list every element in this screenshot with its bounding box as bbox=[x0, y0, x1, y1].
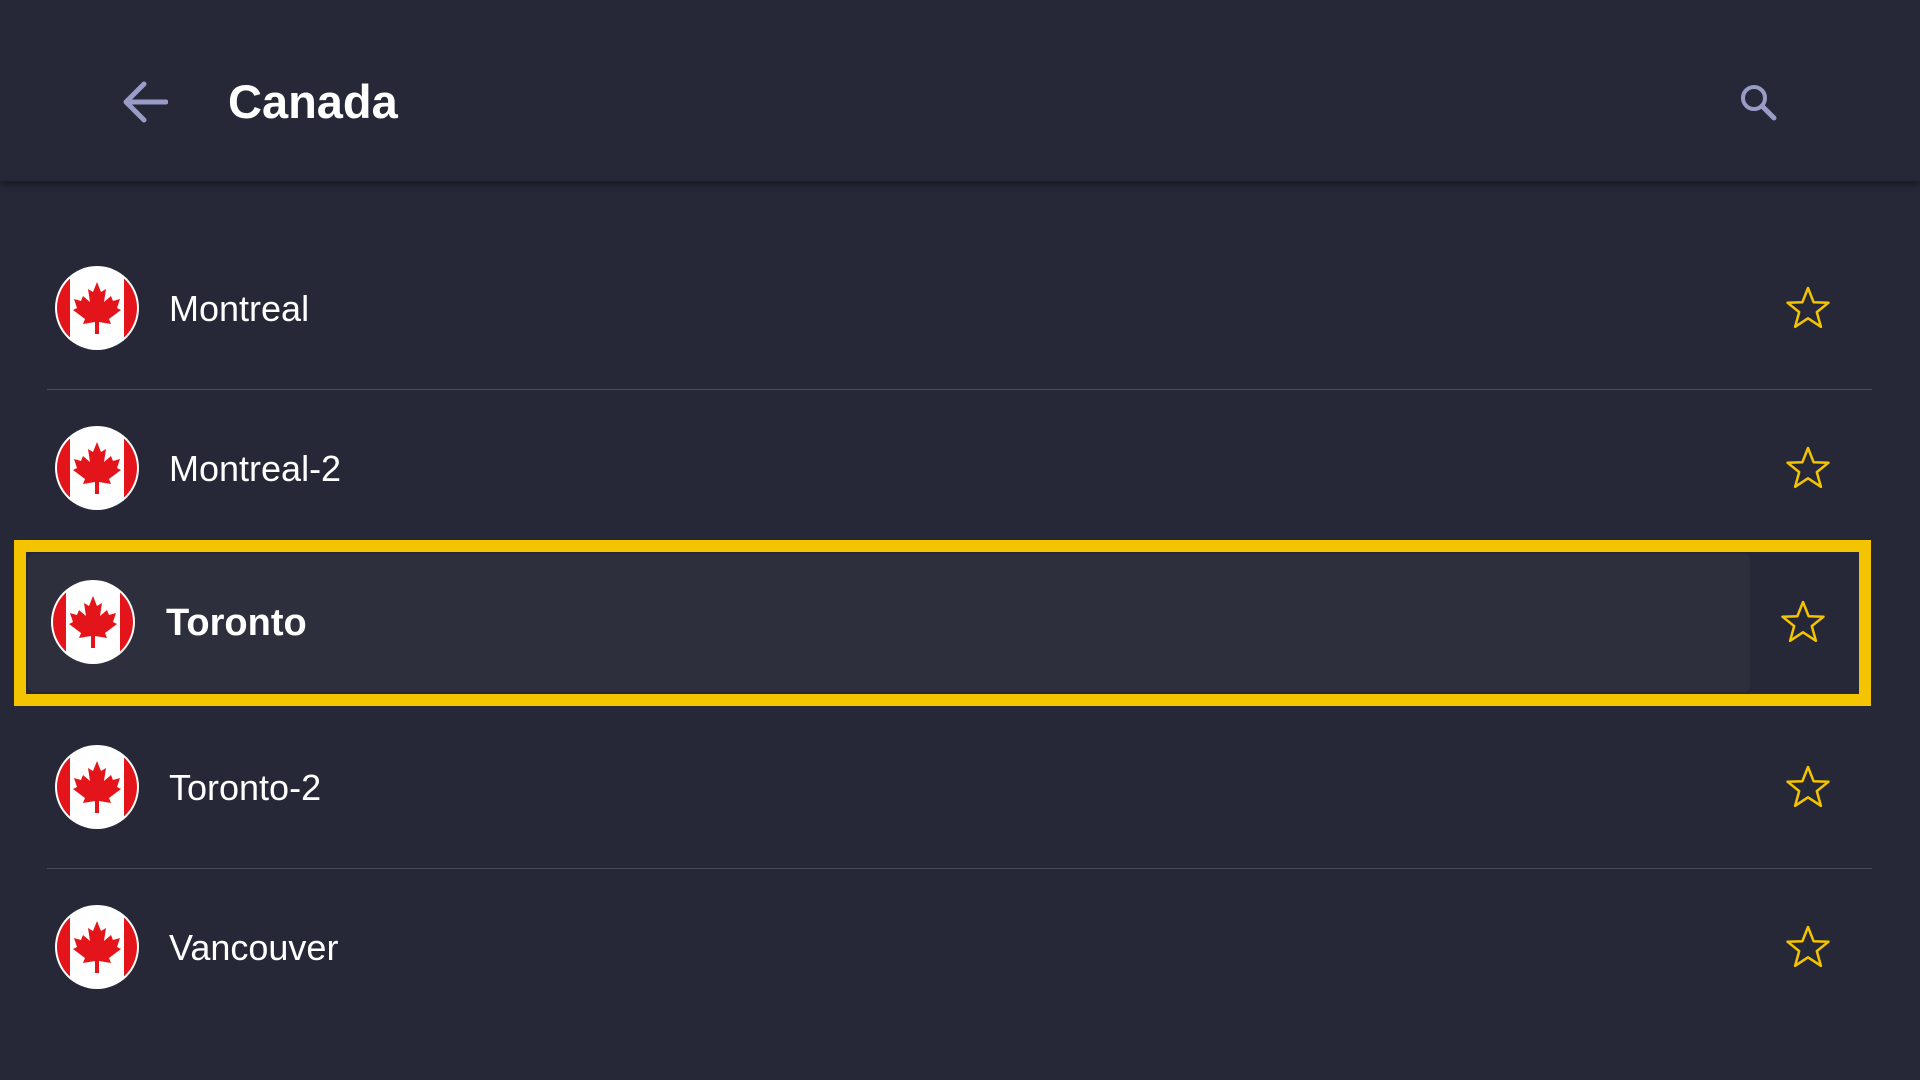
server-row-montreal[interactable]: Montreal bbox=[47, 230, 1872, 390]
back-button[interactable] bbox=[115, 74, 175, 130]
server-row-vancouver[interactable]: Vancouver bbox=[47, 869, 1872, 1029]
server-name: Toronto bbox=[166, 602, 307, 644]
search-icon bbox=[1741, 85, 1777, 121]
star-icon[interactable] bbox=[1785, 924, 1831, 970]
arrow-left-icon bbox=[123, 81, 168, 123]
star-icon[interactable] bbox=[1780, 599, 1826, 645]
server-row-toronto-2[interactable]: Toronto-2 bbox=[47, 709, 1872, 869]
server-name: Toronto-2 bbox=[169, 767, 322, 808]
canada-flag-icon bbox=[57, 428, 137, 508]
star-icon[interactable] bbox=[1785, 764, 1831, 810]
server-row-montreal-2[interactable]: Montreal-2 bbox=[47, 390, 1872, 550]
canada-flag-icon bbox=[57, 747, 137, 827]
canada-flag-icon bbox=[53, 582, 133, 662]
page-title: Canada bbox=[228, 75, 398, 128]
top-bar: Canada bbox=[0, 0, 1920, 181]
search-button[interactable] bbox=[1730, 74, 1786, 130]
star-icon[interactable] bbox=[1785, 445, 1831, 491]
star-icon[interactable] bbox=[1785, 285, 1831, 331]
server-row-toronto[interactable]: Toronto bbox=[14, 540, 1871, 706]
server-name: Vancouver bbox=[169, 927, 339, 968]
canada-flag-icon bbox=[57, 268, 137, 348]
canada-flag-icon bbox=[57, 907, 137, 987]
server-name: Montreal-2 bbox=[169, 448, 342, 489]
app: Canada Montreal Montreal-2 Toronto Toron… bbox=[0, 0, 1920, 1080]
server-name: Montreal bbox=[169, 288, 310, 329]
